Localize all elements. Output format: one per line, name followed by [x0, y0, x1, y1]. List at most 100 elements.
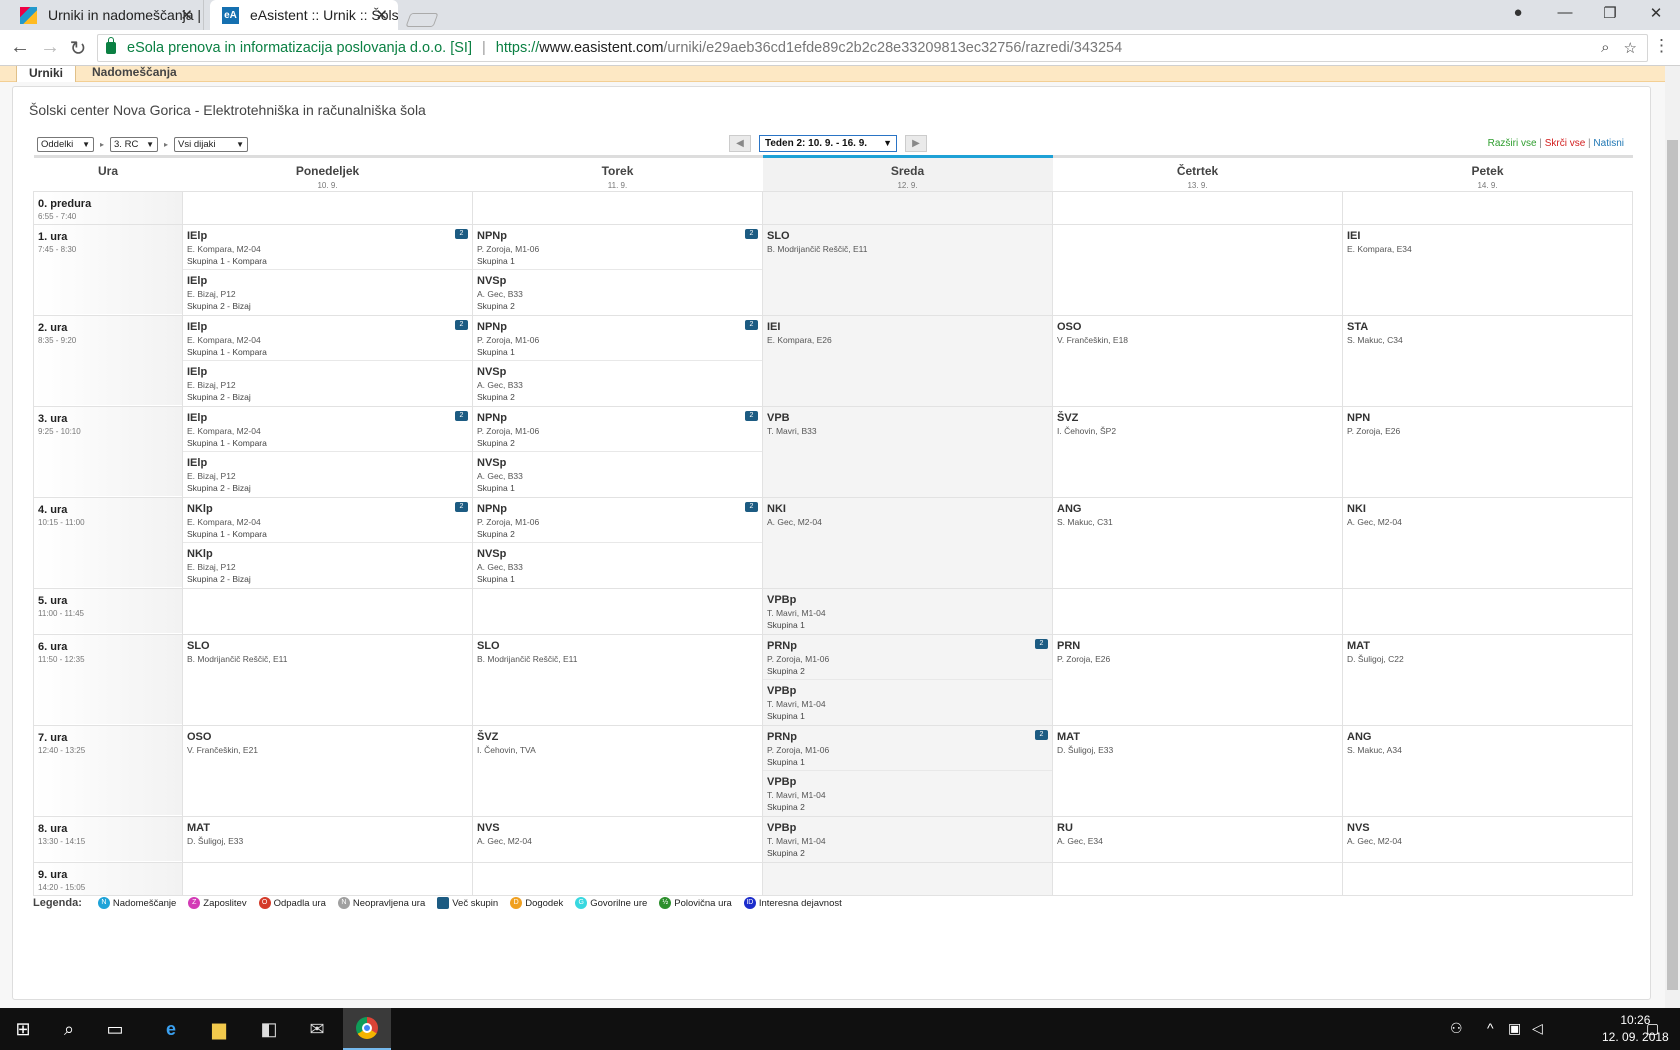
chevron-up-icon[interactable]: ^: [1487, 1020, 1494, 1036]
forward-icon[interactable]: →: [38, 36, 62, 59]
lesson-block[interactable]: SLO B. Modrijančič Reščič, E11: [473, 635, 762, 680]
multiple-groups-icon[interactable]: 2: [455, 229, 468, 239]
scrollbar-thumb[interactable]: [1667, 140, 1678, 990]
lesson-block[interactable]: NKlp E. Kompara, M2-04 Skupina 1 - Kompara…: [183, 498, 472, 543]
lesson-block[interactable]: OSO V. Frančeškin, E21: [183, 726, 472, 771]
lesson-block[interactable]: ANG S. Makuc, A34: [1343, 726, 1632, 771]
task-view-icon[interactable]: ▭: [102, 1016, 128, 1042]
tab-nadomescanja[interactable]: Nadomeščanja: [80, 66, 189, 82]
new-tab-button[interactable]: [402, 0, 438, 30]
next-week-button[interactable]: ▶: [905, 134, 927, 152]
lesson-block[interactable]: NPN P. Zoroja, E26: [1343, 407, 1632, 452]
lesson-block[interactable]: RU A. Gec, E34: [1053, 817, 1342, 862]
notifications-icon[interactable]: ▢: [1646, 1020, 1659, 1037]
lesson-block[interactable]: NKI A. Gec, M2-04: [763, 498, 1052, 543]
multiple-groups-icon[interactable]: 2: [1035, 730, 1048, 740]
multiple-groups-icon[interactable]: 2: [455, 502, 468, 512]
lesson-block[interactable]: PRNp P. Zoroja, M1-06 Skupina 1 2: [763, 726, 1052, 771]
lesson-block[interactable]: IElp E. Kompara, M2-04 Skupina 1 - Kompara…: [183, 407, 472, 452]
lesson-subject: NVSp: [477, 457, 507, 469]
lesson-block[interactable]: NVS A. Gec, M2-04: [1343, 817, 1632, 862]
lesson-block[interactable]: VPBp T. Mavri, M1-04 Skupina 2: [763, 817, 1052, 862]
store-icon[interactable]: ◧: [256, 1016, 282, 1042]
multiple-groups-icon[interactable]: 2: [455, 411, 468, 421]
multiple-groups-icon[interactable]: 2: [455, 320, 468, 330]
week-select[interactable]: Teden 2: 10. 9. - 16. 9. ▼: [759, 134, 897, 152]
lesson-block[interactable]: NPNp P. Zoroja, M1-06 Skupina 2 2: [473, 407, 762, 452]
restore-icon[interactable]: ❐: [1600, 4, 1620, 22]
lesson-block[interactable]: NVS A. Gec, M2-04: [473, 817, 762, 862]
scrollbar[interactable]: [1665, 66, 1680, 1008]
lesson-block[interactable]: VPBp T. Mavri, M1-04 Skupina 2: [763, 771, 1052, 816]
browser-menu-icon[interactable]: ⋮: [1653, 36, 1670, 56]
multiple-groups-icon[interactable]: 2: [745, 502, 758, 512]
lesson-block[interactable]: ANG S. Makuc, C31: [1053, 498, 1342, 543]
lesson-block[interactable]: PRNp P. Zoroja, M1-06 Skupina 2 2: [763, 635, 1052, 680]
lesson-block[interactable]: NPNp P. Zoroja, M1-06 Skupina 1 2: [473, 316, 762, 361]
lesson-block[interactable]: NKI A. Gec, M2-04: [1343, 498, 1632, 543]
minimize-icon[interactable]: —: [1555, 4, 1575, 21]
multiple-groups-icon[interactable]: 2: [745, 229, 758, 239]
lesson-block[interactable]: VPB T. Mavri, B33: [763, 407, 1052, 452]
lesson-block[interactable]: IEI E. Kompara, E26: [763, 316, 1052, 361]
lesson-block[interactable]: NVSp A. Gec, B33 Skupina 1: [473, 543, 762, 588]
lesson-block[interactable]: NKlp E. Bizaj, P12 Skupina 2 - Bizaj: [183, 543, 472, 588]
edge-icon[interactable]: e: [158, 1016, 184, 1042]
lesson-block[interactable]: MAT D. Šuligoj, E33: [183, 817, 472, 862]
mail-icon[interactable]: ✉: [304, 1016, 330, 1042]
tab-title: Urniki in nadomeščanja |: [48, 7, 202, 23]
back-icon[interactable]: ←: [8, 36, 32, 59]
lesson-block[interactable]: VPBp T. Mavri, M1-04 Skupina 1: [763, 680, 1052, 725]
network-icon[interactable]: ▣: [1508, 1020, 1521, 1037]
url-field[interactable]: eSola prenova in informatizacija poslova…: [97, 34, 1648, 62]
lesson-block[interactable]: SLO B. Modrijančič Reščič, E11: [763, 225, 1052, 270]
volume-muted-icon[interactable]: ◁: [1532, 1020, 1543, 1037]
lesson-block[interactable]: IElp E. Bizaj, P12 Skupina 2 - Bizaj: [183, 361, 472, 406]
lesson-block[interactable]: MAT D. Šuligoj, E33: [1053, 726, 1342, 771]
class-select[interactable]: 3. RC ▼: [110, 137, 159, 152]
lesson-block[interactable]: IElp E. Kompara, M2-04 Skupina 1 - Kompara…: [183, 316, 472, 361]
lesson-block[interactable]: MAT D. Šuligoj, C22: [1343, 635, 1632, 680]
lesson-block[interactable]: VPBp T. Mavri, M1-04 Skupina 1: [763, 589, 1052, 634]
reload-icon[interactable]: ↻: [66, 36, 90, 61]
window-close-icon[interactable]: ✕: [1646, 4, 1666, 22]
file-explorer-icon[interactable]: ▆: [206, 1016, 232, 1042]
students-select[interactable]: Vsi dijaki ▼: [174, 137, 249, 152]
filter-bar: Oddelki ▼ ▸ 3. RC ▼ ▸ Vsi dijaki ▼: [37, 137, 249, 152]
search-icon[interactable]: ⌕: [56, 1016, 82, 1042]
close-tab-icon[interactable]: ✕: [375, 6, 388, 24]
lesson-block[interactable]: NPNp P. Zoroja, M1-06 Skupina 2 2: [473, 498, 762, 543]
lesson-block[interactable]: NPNp P. Zoroja, M1-06 Skupina 1 2: [473, 225, 762, 270]
tab-urniki[interactable]: Urniki: [16, 66, 77, 82]
bookmark-star-icon[interactable]: ☆: [1624, 39, 1637, 57]
lesson-block[interactable]: PRN P. Zoroja, E26: [1053, 635, 1342, 680]
close-tab-icon[interactable]: ✕: [180, 6, 193, 24]
lesson-block[interactable]: OSO V. Frančeškin, E18: [1053, 316, 1342, 361]
lesson-block[interactable]: SLO B. Modrijančič Reščič, E11: [183, 635, 472, 680]
windows-start-icon[interactable]: ⊞: [10, 1016, 36, 1042]
lesson-block[interactable]: IElp E. Bizaj, P12 Skupina 2 - Bizaj: [183, 270, 472, 315]
expand-all-link[interactable]: Razširi vse: [1488, 138, 1537, 149]
view-select[interactable]: Oddelki ▼: [37, 137, 94, 152]
lesson-block[interactable]: IEI E. Kompara, E34: [1343, 225, 1632, 270]
lesson-block[interactable]: IElp E. Kompara, M2-04 Skupina 1 - Kompara…: [183, 225, 472, 270]
lesson-block[interactable]: NVSp A. Gec, B33 Skupina 1: [473, 452, 762, 497]
browser-tab-urniki[interactable]: Urniki in nadomeščanja | ✕: [8, 0, 204, 30]
browser-tab-easistent[interactable]: eA eAsistent :: Urnik :: Šolski ✕: [210, 0, 398, 30]
lesson-block[interactable]: ŠVZ I. Čehovin, ŠP2: [1053, 407, 1342, 452]
lesson-block[interactable]: NVSp A. Gec, B33 Skupina 2: [473, 361, 762, 406]
previous-week-button[interactable]: ◀: [729, 134, 751, 152]
profile-icon[interactable]: ●: [1508, 4, 1528, 21]
collapse-all-link[interactable]: Skrči vse: [1545, 138, 1586, 149]
lesson-block[interactable]: ŠVZ I. Čehovin, TVA: [473, 726, 762, 771]
multiple-groups-icon[interactable]: 2: [745, 320, 758, 330]
zoom-icon[interactable]: ⌕: [1601, 39, 1609, 57]
multiple-groups-icon[interactable]: 2: [745, 411, 758, 421]
lesson-block[interactable]: IElp E. Bizaj, P12 Skupina 2 - Bizaj: [183, 452, 472, 497]
people-icon[interactable]: ⚇: [1450, 1020, 1463, 1037]
print-link[interactable]: Natisni: [1593, 138, 1624, 149]
lesson-block[interactable]: STA S. Makuc, C34: [1343, 316, 1632, 361]
multiple-groups-icon[interactable]: 2: [1035, 639, 1048, 649]
lesson-block[interactable]: NVSp A. Gec, B33 Skupina 2: [473, 270, 762, 315]
chrome-icon[interactable]: [343, 1008, 391, 1050]
